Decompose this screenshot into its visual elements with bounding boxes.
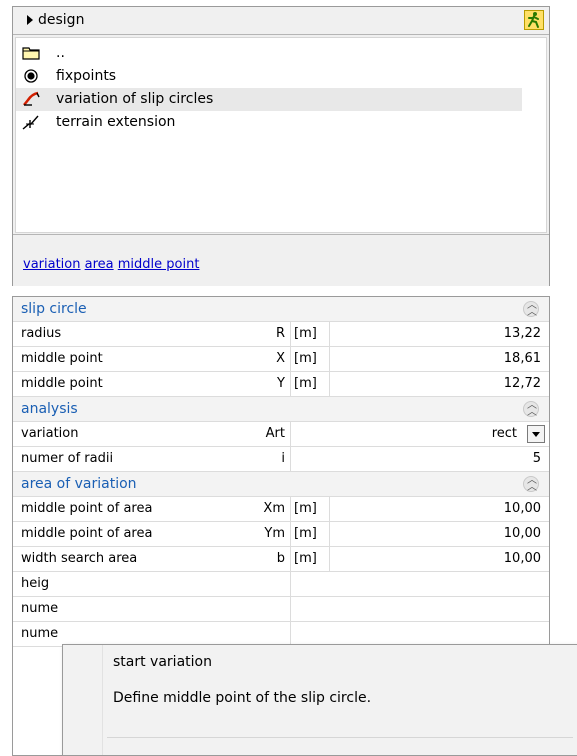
property-symbol: i: [281, 451, 285, 466]
run-icon[interactable]: [524, 10, 544, 30]
property-row-variation[interactable]: variation Art rect: [13, 422, 549, 447]
tree-item-terrain-extension[interactable]: terrain extension: [16, 111, 522, 134]
link-variation[interactable]: variation: [23, 257, 80, 272]
collapse-section-button[interactable]: ︿ ︿: [523, 400, 539, 418]
variation-dropdown-button[interactable]: [527, 425, 545, 443]
context-menu: start variation Define middle point of t…: [62, 644, 577, 756]
tree-footer-links: variation area middle point: [13, 234, 549, 286]
link-middle-point[interactable]: middle point: [118, 257, 200, 272]
property-unit: [m]: [294, 551, 317, 566]
property-symbol: b: [276, 551, 285, 566]
tree-item-variation-of-slip-circles[interactable]: variation of slip circles: [16, 88, 522, 111]
property-symbol: Art: [265, 426, 285, 441]
property-row-number-1[interactable]: nume: [13, 597, 549, 622]
section-title: slip circle: [21, 301, 87, 317]
folder-icon: [22, 45, 40, 61]
property-name: middle point: [21, 351, 103, 366]
property-name: middle point: [21, 376, 103, 391]
property-name: middle point of area: [21, 526, 153, 541]
property-symbol: R: [275, 326, 285, 341]
property-name: radius: [21, 326, 62, 341]
terrain-extension-icon: [22, 114, 40, 130]
section-title: area of variation: [21, 476, 137, 492]
property-name: width search area: [21, 551, 138, 566]
property-symbol: Y: [277, 376, 285, 391]
property-value[interactable]: 12,72: [504, 376, 541, 391]
property-name: numer of radii: [21, 451, 114, 466]
property-name: nume: [21, 601, 59, 616]
property-row-width-search-area[interactable]: width search area b [m] 10,00: [13, 547, 549, 572]
property-value[interactable]: 10,00: [504, 551, 541, 566]
menu-item-label: Define middle point of the slip circle.: [113, 690, 372, 706]
breadcrumb-arrow-icon[interactable]: [27, 15, 33, 25]
property-row-number-of-radii[interactable]: numer of radii i 5: [13, 447, 549, 472]
property-row-radius[interactable]: radius R [m] 13,22: [13, 322, 549, 347]
menu-item-label: start variation: [113, 654, 212, 670]
property-value[interactable]: 13,22: [504, 326, 541, 341]
tree-item-label: variation of slip circles: [56, 91, 214, 107]
chevrons-up-icon: ︿ ︿: [527, 400, 537, 418]
breadcrumb[interactable]: design: [38, 12, 84, 28]
property-name: middle point of area: [21, 501, 153, 516]
property-value[interactable]: 10,00: [504, 526, 541, 541]
tree-breadcrumb-bar: design: [13, 7, 549, 35]
menu-item-define-middle-point[interactable]: Define middle point of the slip circle.: [105, 683, 575, 717]
property-row-height[interactable]: heig: [13, 572, 549, 597]
variation-select-value[interactable]: rect: [492, 426, 517, 441]
slip-circle-variation-icon: [22, 91, 40, 107]
property-row-middle-point-y[interactable]: middle point Y [m] 12,72: [13, 372, 549, 397]
menu-item-start-variation[interactable]: start variation: [105, 647, 575, 681]
tree-item-fixpoints[interactable]: fixpoints: [16, 65, 522, 88]
section-slip-circle[interactable]: slip circle ︿ ︿: [13, 297, 549, 322]
property-unit: [m]: [294, 501, 317, 516]
property-name: heig: [21, 576, 50, 591]
property-row-area-middle-x[interactable]: middle point of area Xm [m] 10,00: [13, 497, 549, 522]
collapse-section-button[interactable]: ︿ ︿: [523, 300, 539, 318]
property-unit: [m]: [294, 351, 317, 366]
property-unit: [m]: [294, 526, 317, 541]
tree-item-label: fixpoints: [56, 68, 117, 84]
tree-list: .. fixpoints variation of slip circles t…: [15, 37, 547, 233]
property-value[interactable]: 10,00: [504, 501, 541, 516]
chevrons-up-icon: ︿ ︿: [527, 300, 537, 318]
section-title: analysis: [21, 401, 78, 417]
property-value[interactable]: 18,61: [504, 351, 541, 366]
chevron-down-icon: [532, 432, 540, 437]
tree-item-label: ..: [56, 45, 65, 61]
property-symbol: Ym: [264, 526, 285, 541]
tree-item-label: terrain extension: [56, 114, 176, 130]
property-value[interactable]: 5: [533, 451, 541, 466]
link-area[interactable]: area: [85, 257, 114, 272]
property-unit: [m]: [294, 376, 317, 391]
fixpoint-icon: [22, 68, 40, 84]
menu-separator: [107, 737, 573, 738]
chevrons-up-icon: ︿ ︿: [527, 475, 537, 493]
property-symbol: X: [276, 351, 285, 366]
property-unit: [m]: [294, 326, 317, 341]
property-row-area-middle-y[interactable]: middle point of area Ym [m] 10,00: [13, 522, 549, 547]
property-name: variation: [21, 426, 79, 441]
property-row-middle-point-x[interactable]: middle point X [m] 18,61: [13, 347, 549, 372]
property-name: nume: [21, 626, 59, 641]
design-tree-panel: design .. fixpoints variation of slip ci…: [12, 6, 550, 286]
section-area-of-variation[interactable]: area of variation ︿ ︿: [13, 472, 549, 497]
tree-item-parent-folder[interactable]: ..: [16, 42, 522, 65]
section-analysis[interactable]: analysis ︿ ︿: [13, 397, 549, 422]
collapse-section-button[interactable]: ︿ ︿: [523, 475, 539, 493]
property-symbol: Xm: [263, 501, 285, 516]
